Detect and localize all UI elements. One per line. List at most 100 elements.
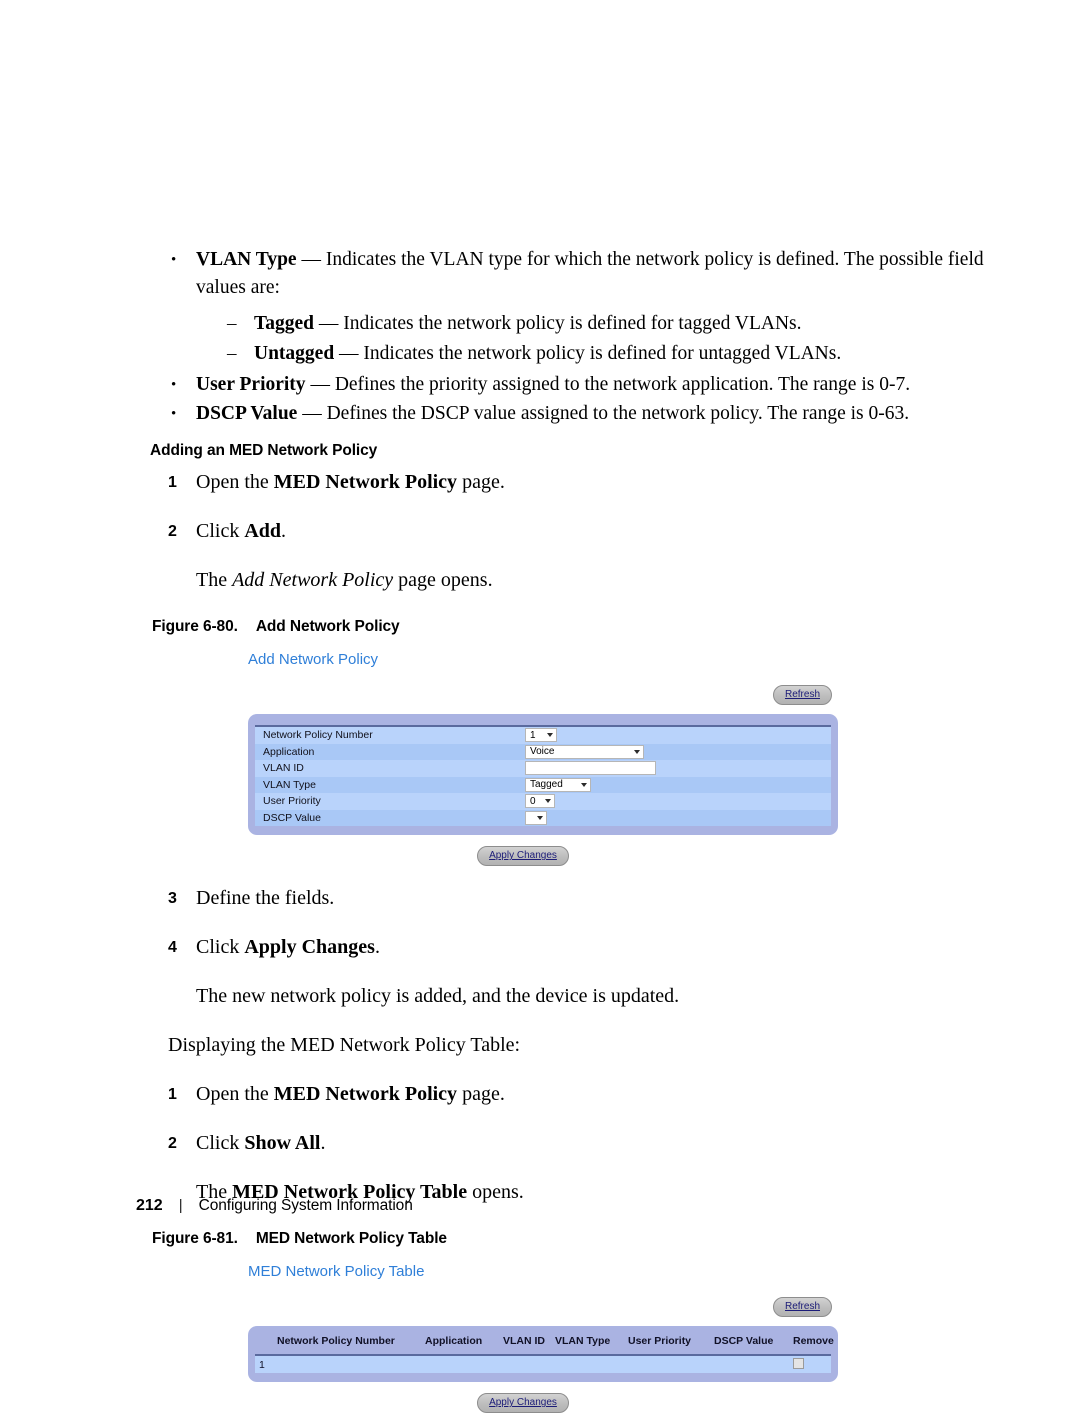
field-label: DSCP Value [263, 811, 321, 824]
field-row-application: Application Voice [255, 743, 831, 760]
chevron-down-icon [634, 749, 640, 754]
field-row-vlan-id: VLAN ID [255, 760, 831, 777]
step-text-pre: Click [196, 1132, 245, 1154]
step-text-bold: Add [244, 520, 282, 542]
step-text-post: . [320, 1132, 326, 1154]
bullet-item-tagged: – Tagged — Indicates the network policy … [0, 310, 1080, 338]
add-network-policy-title: Add Network Policy [248, 651, 379, 668]
field-label: User Priority [263, 795, 321, 807]
bullet-marker: – [227, 343, 237, 364]
field-label: Network Policy Number [263, 729, 373, 741]
chevron-down-icon [545, 799, 551, 804]
refresh-button-row: Refresh [248, 1297, 838, 1317]
figure-caption-6-80: Figure 6-80. Add Network Policy [0, 615, 1080, 639]
display-step-click-show-all: 2 Click Show All. [0, 1129, 1080, 1158]
field-row-vlan-type: VLAN Type Tagged [255, 776, 831, 793]
column-header-vlan-type: VLAN Type [555, 1335, 611, 1347]
bullet-item-user-priority: • User Priority — Defines the priority a… [0, 371, 1080, 399]
displaying-table-intro: Displaying the MED Network Policy Table: [168, 1034, 521, 1056]
step-number: 2 [168, 1135, 177, 1152]
table-row: 1 [255, 1354, 831, 1373]
figure-number: Figure 6-80. [152, 618, 238, 635]
column-header-remove: Remove [793, 1335, 834, 1347]
network-policy-number-select[interactable]: 1 [525, 728, 557, 743]
step-text-post: . [281, 520, 287, 542]
field-row-network-policy-number: Network Policy Number 1 [255, 727, 831, 744]
add-network-policy-panel: Network Policy Number 1 Application Voic… [248, 714, 838, 835]
step-number: 3 [168, 890, 177, 907]
refresh-button-row: Refresh [248, 685, 838, 705]
field-control: Tagged [525, 777, 591, 792]
field-control: Voice [525, 744, 644, 759]
step-text-post: page. [457, 1083, 505, 1105]
remove-checkbox[interactable] [793, 1357, 804, 1369]
user-priority-select[interactable]: 0 [525, 794, 555, 809]
step-text-pre: Click [196, 936, 245, 958]
field-control: 1 [525, 728, 557, 743]
field-control [525, 761, 656, 776]
step-number: 1 [168, 474, 177, 491]
figure-caption-6-81: Figure 6-81. MED Network Policy Table [0, 1227, 1080, 1251]
bullet-term: DSCP Value [196, 403, 298, 424]
bullet-item-dscp-value: • DSCP Value — Defines the DSCP value as… [0, 400, 1080, 428]
add-network-policy-result-text: The Add Network Policy page opens. [0, 566, 1080, 595]
step-number: 4 [168, 939, 177, 956]
refresh-button[interactable]: Refresh [772, 1297, 832, 1317]
vlan-type-select[interactable]: Tagged [525, 777, 591, 792]
step-text-pre: Open the [196, 1083, 274, 1105]
column-header-user-priority: User Priority [628, 1335, 692, 1347]
bullet-term: VLAN Type [196, 249, 297, 270]
dscp-value-select[interactable] [525, 810, 547, 825]
step-open-med-network-policy: 1 Open the MED Network Policy page. [0, 468, 1080, 497]
result-italic: Add Network Policy [232, 569, 394, 591]
select-value: 0 [530, 795, 536, 807]
column-header-vlan-id: VLAN ID [503, 1335, 545, 1347]
refresh-button[interactable]: Refresh [772, 685, 832, 705]
field-row-user-priority: User Priority 0 [255, 793, 831, 810]
vlan-id-input[interactable] [525, 761, 656, 776]
page-content: • VLAN Type — Indicates the VLAN type fo… [0, 246, 1080, 1413]
column-header-dscp-value: DSCP Value [714, 1335, 774, 1347]
bullet-marker: – [227, 313, 237, 334]
step-text-post: . [374, 936, 380, 958]
bullet-marker: • [171, 252, 177, 268]
bullet-text: Defines the priority assigned to the net… [334, 374, 911, 395]
footer-title: Configuring System Information [198, 1197, 413, 1214]
application-select[interactable]: Voice [525, 744, 644, 759]
table-header-row: Network Policy Number Application VLAN I… [255, 1328, 834, 1354]
med-network-policy-table-screenshot: MED Network Policy Table Refresh Network… [248, 1257, 838, 1413]
page-number: 212 [136, 1197, 163, 1214]
field-label: VLAN ID [263, 762, 304, 774]
figure-number: Figure 6-81. [152, 1230, 238, 1247]
bullet-dash: — [334, 343, 364, 364]
bullet-term: User Priority [196, 374, 306, 395]
field-label: Application [263, 745, 315, 758]
bullet-text: Indicates the network policy is defined … [363, 343, 842, 364]
chevron-down-icon [581, 782, 587, 787]
apply-changes-button[interactable]: Apply Changes [477, 846, 569, 866]
step-text-bold: Show All [244, 1132, 321, 1154]
step-text-pre: Open the [196, 471, 274, 493]
step-click-apply-changes: 4 Click Apply Changes. [0, 933, 1080, 962]
page-footer: 212 | Configuring System Information [0, 1197, 1080, 1215]
bullet-term: Untagged [254, 343, 335, 364]
apply-changes-button[interactable]: Apply Changes [477, 1393, 569, 1413]
result-pre: The [196, 569, 233, 591]
bullet-text: Indicates the network policy is defined … [343, 313, 802, 334]
column-header-application: Application [425, 1335, 483, 1347]
figure-title: MED Network Policy Table [255, 1230, 447, 1247]
bullet-dash: — [313, 313, 344, 334]
step-text-bold: MED Network Policy [273, 471, 458, 493]
bullet-dash: — [297, 403, 327, 424]
select-value: 1 [530, 729, 536, 741]
step-number: 1 [168, 1086, 177, 1103]
bullet-marker: • [171, 377, 177, 393]
bullet-term: Tagged [254, 313, 314, 334]
bullet-item-vlan-type: • VLAN Type — Indicates the VLAN type fo… [0, 246, 1080, 302]
step-text-bold: MED Network Policy [273, 1083, 458, 1105]
chevron-down-icon [547, 733, 553, 738]
chevron-down-icon [537, 815, 543, 820]
field-label: VLAN Type [263, 778, 316, 791]
apply-changes-row: Apply Changes [248, 835, 838, 866]
bullet-item-untagged: – Untagged — Indicates the network polic… [0, 340, 1080, 368]
